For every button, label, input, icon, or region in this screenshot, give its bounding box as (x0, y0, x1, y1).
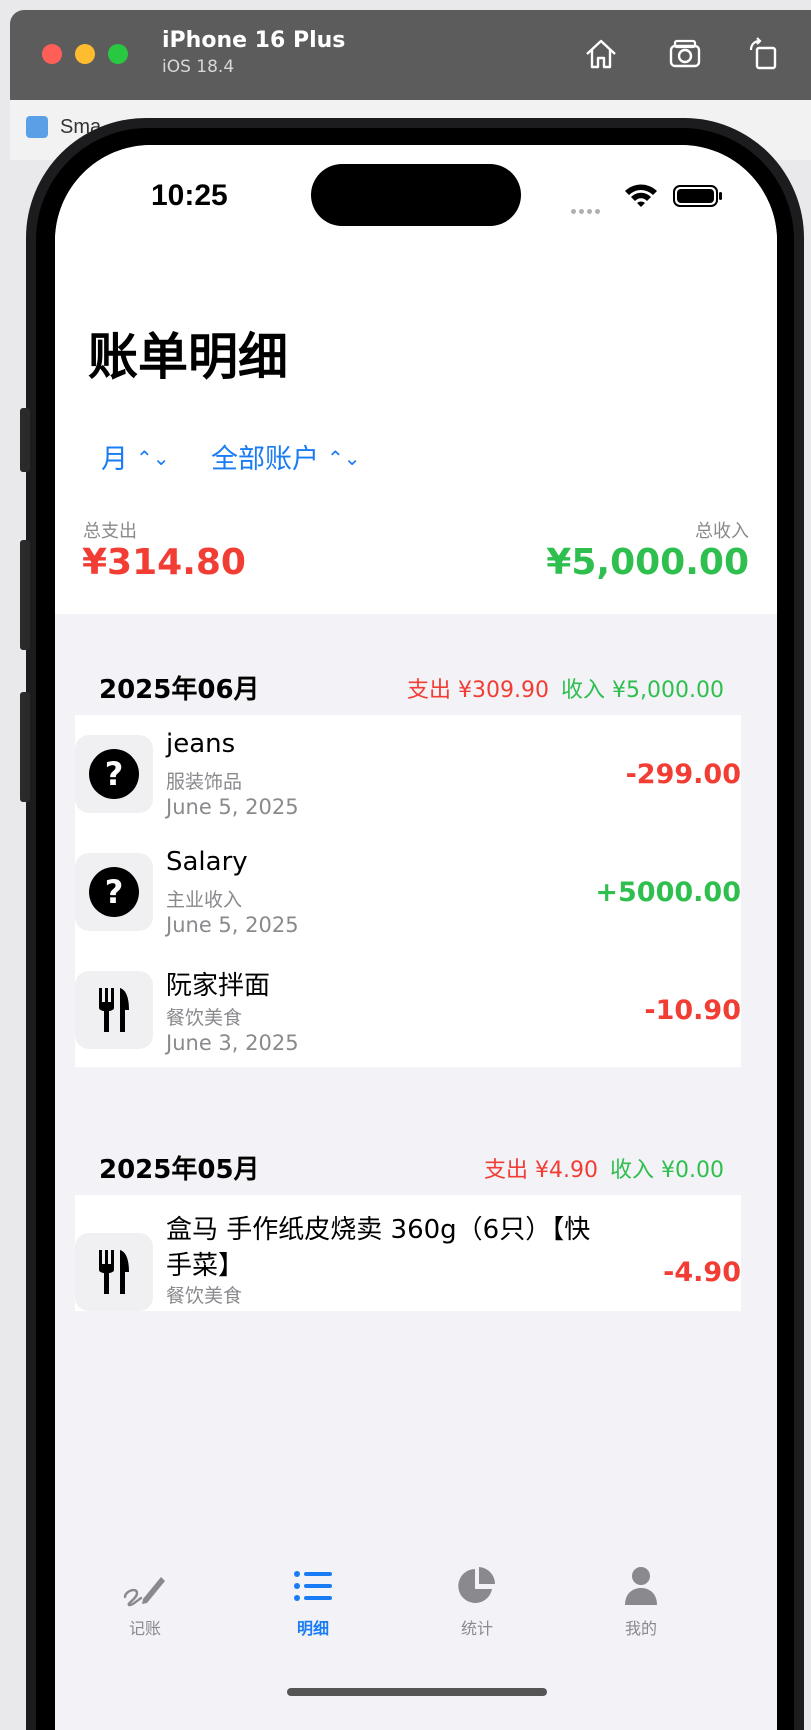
app-screen: 10:25 账单明细 月 ⌃⌄ 全部账户 ⌃⌄ 总支出 ¥314.80 总收入 ¥5… (55, 145, 777, 1730)
category-icon-box (75, 971, 153, 1049)
volume-down-button[interactable] (20, 692, 30, 802)
page-title: 账单明细 (88, 328, 288, 386)
tab-label: 明细 (296, 1619, 329, 1638)
chevron-up-down-icon: ⌃⌄ (327, 446, 361, 470)
fork-knife-icon (99, 1250, 129, 1294)
period-filter-label: 月 (101, 444, 128, 475)
transaction-category: 餐饮美食 (166, 1285, 243, 1307)
camera-icon (669, 39, 701, 68)
tab-bar: 记账 明细 统计 我的 (55, 1565, 777, 1675)
question-icon: ? (89, 867, 139, 917)
transaction-name-line1: 盒马 手作纸皮烧卖 360g（6只）【快 (166, 1215, 591, 1245)
transaction-row[interactable]: ? Salary 主业收入 June 5, 2025 +5000.00 (75, 833, 741, 951)
home-indicator[interactable] (287, 1688, 547, 1696)
transaction-date: June 3, 2025 (166, 1031, 299, 1055)
month-expense: 支出 ¥309.90 (407, 678, 550, 703)
pencil-scribble-icon (123, 1577, 165, 1607)
period-filter[interactable]: 月 ⌃⌄ (101, 437, 170, 476)
status-icons (571, 181, 722, 214)
os-version: iOS 18.4 (162, 57, 235, 77)
total-expense-label: 总支出 (83, 521, 137, 542)
minimize-window-button[interactable] (75, 44, 95, 64)
total-income-label: 总收入 (695, 521, 749, 542)
fork-knife-icon (99, 988, 129, 1032)
simulator-title-bar: iPhone 16 Plus iOS 18.4 (10, 10, 811, 100)
transaction-date: June 5, 2025 (166, 913, 299, 937)
signal-icon (571, 199, 611, 214)
transaction-amount: -299.00 (625, 759, 741, 790)
transaction-amount: -10.90 (644, 995, 741, 1026)
tab-label: 统计 (460, 1619, 493, 1638)
rotate-button[interactable] (745, 36, 781, 72)
transaction-amount: +5000.00 (595, 877, 741, 908)
transaction-name: jeans (166, 729, 236, 759)
month-header: 2025年05月 支出 ¥4.90 收入 ¥0.00 (55, 1149, 777, 1189)
transaction-name: 阮家拌面 (166, 971, 271, 1001)
transaction-date: June 5, 2025 (166, 795, 299, 819)
transaction-row[interactable]: 阮家拌面 餐饮美食 June 3, 2025 -10.90 (75, 951, 741, 1067)
transaction-list: ? jeans 服装饰品 June 5, 2025 -299.00 ? Sala… (75, 715, 741, 1067)
month-title: 2025年05月 (99, 1155, 260, 1185)
transaction-list: 盒马 手作纸皮烧卖 360g（6只）【快 手菜】 餐饮美食 -4.90 (75, 1195, 741, 1311)
person-icon (625, 1567, 657, 1605)
question-icon: ? (89, 749, 139, 799)
transaction-name: Salary (166, 847, 248, 877)
volume-up-button[interactable] (20, 540, 30, 650)
account-filter-label: 全部账户 (211, 444, 319, 475)
category-icon-box: ? (75, 853, 153, 931)
total-expense-value: ¥314.80 (82, 542, 246, 583)
tab-profile[interactable]: 我的 (551, 1565, 731, 1665)
dynamic-island (311, 164, 521, 226)
wifi-icon (625, 184, 657, 207)
tab-record[interactable]: 记账 (55, 1565, 235, 1665)
pie-chart-icon (458, 1567, 496, 1603)
month-income: 收入 ¥0.00 (610, 1158, 724, 1183)
tab-label: 我的 (624, 1619, 657, 1638)
month-expense: 支出 ¥4.90 (484, 1158, 599, 1183)
battery-icon (673, 185, 722, 207)
month-income: 收入 ¥5,000.00 (561, 678, 724, 703)
tab-stats[interactable]: 统计 (387, 1565, 567, 1665)
transaction-amount: -4.90 (663, 1257, 741, 1288)
transaction-category: 服装饰品 (166, 771, 243, 793)
transaction-name-line2: 手菜】 (166, 1251, 245, 1281)
tab-details[interactable]: 明细 (223, 1565, 403, 1665)
zoom-window-button[interactable] (108, 44, 128, 64)
month-header: 2025年06月 支出 ¥309.90 收入 ¥5,000.00 (55, 669, 777, 709)
transaction-category: 餐饮美食 (166, 1007, 243, 1029)
status-time: 10:25 (151, 179, 228, 212)
home-icon (586, 39, 616, 69)
tab-label: 记账 (128, 1619, 161, 1638)
app-store-icon (26, 116, 48, 138)
category-icon-box (75, 1233, 153, 1311)
chevron-up-down-icon: ⌃⌄ (136, 446, 170, 470)
device-name: iPhone 16 Plus (162, 28, 346, 53)
month-summary: 支出 ¥4.90 收入 ¥0.00 (484, 1152, 724, 1184)
account-filter[interactable]: 全部账户 ⌃⌄ (211, 437, 361, 476)
close-window-button[interactable] (42, 44, 62, 64)
transaction-row[interactable]: ? jeans 服装饰品 June 5, 2025 -299.00 (75, 715, 741, 833)
month-summary: 支出 ¥309.90 收入 ¥5,000.00 (407, 672, 724, 704)
action-button[interactable] (20, 408, 30, 472)
rotate-icon (749, 37, 777, 70)
transaction-category: 主业收入 (166, 889, 243, 911)
transaction-row[interactable]: 盒马 手作纸皮烧卖 360g（6只）【快 手菜】 餐饮美食 -4.90 (75, 1195, 741, 1311)
list-icon (294, 1571, 332, 1601)
category-icon-box: ? (75, 735, 153, 813)
total-income-value: ¥5,000.00 (546, 542, 749, 583)
month-title: 2025年06月 (99, 675, 260, 705)
screenshot-button[interactable] (667, 36, 703, 72)
home-button[interactable] (583, 36, 619, 72)
